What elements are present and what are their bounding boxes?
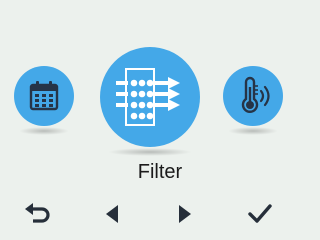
back-arrow-icon — [25, 203, 50, 223]
filter-button[interactable] — [100, 47, 200, 156]
confirm-button[interactable] — [245, 202, 275, 226]
previous-button[interactable] — [97, 202, 127, 226]
chevron-right-icon — [179, 205, 191, 223]
thermometer-button[interactable] — [223, 66, 283, 135]
calendar-icon — [29, 81, 59, 111]
chevron-left-icon — [106, 205, 118, 223]
checkmark-icon — [248, 204, 272, 223]
next-button[interactable] — [170, 202, 200, 226]
filter-icon — [116, 68, 180, 126]
thermometer-icon — [241, 76, 270, 113]
selected-item-label: Filter — [137, 161, 183, 183]
calendar-button[interactable] — [14, 66, 74, 135]
back-button[interactable] — [23, 202, 53, 226]
